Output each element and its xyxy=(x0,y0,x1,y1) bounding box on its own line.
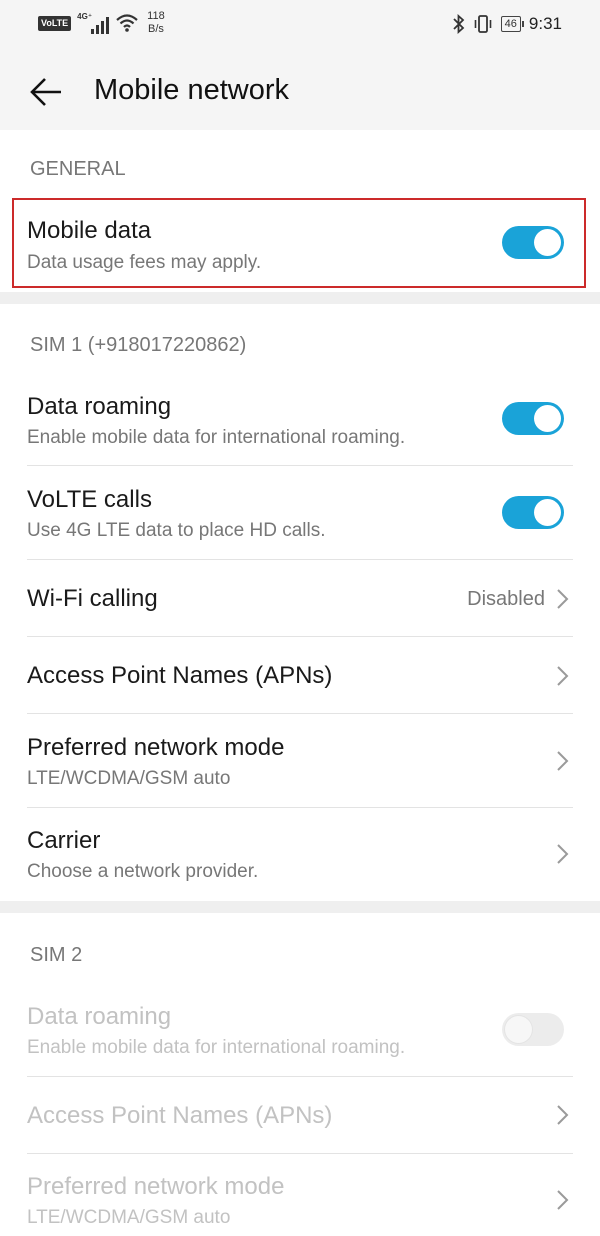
chevron-right-icon xyxy=(557,1105,569,1125)
sim2-data-roaming-subtitle: Enable mobile data for international roa… xyxy=(27,1037,406,1058)
sim1-data-roaming-title: Data roaming xyxy=(27,393,172,420)
wifi-calling-value: Disabled xyxy=(467,588,545,610)
sim2-apns-row[interactable]: Access Point Names (APNs) xyxy=(0,1077,600,1153)
carrier-row[interactable]: Carrier Choose a network provider. xyxy=(0,808,600,901)
page-title: Mobile network xyxy=(94,74,290,106)
wifi-calling-row[interactable]: Wi-Fi calling Disabled xyxy=(0,560,600,636)
sim1-apns-row[interactable]: Access Point Names (APNs) xyxy=(0,637,600,713)
volte-calls-title: VoLTE calls xyxy=(27,486,152,513)
highlight-box xyxy=(12,198,586,288)
network-speed-value: 118 xyxy=(147,10,165,22)
volte-calls-row[interactable]: VoLTE calls Use 4G LTE data to place HD … xyxy=(0,466,600,559)
chevron-right-icon xyxy=(557,844,569,864)
section-header-sim2: SIM 2 xyxy=(30,944,83,966)
section-divider xyxy=(0,901,600,913)
volte-calls-toggle[interactable] xyxy=(502,496,564,529)
carrier-title: Carrier xyxy=(27,827,101,854)
cellular-signal-icon: 4G⁺ xyxy=(77,12,110,34)
toggle-knob xyxy=(505,1016,532,1043)
back-arrow-icon[interactable] xyxy=(28,74,64,110)
status-bar: VoLTE 4G⁺ 118 B/s 46 9:31 xyxy=(0,0,600,52)
network-speed: 118 B/s xyxy=(147,10,165,36)
status-left: VoLTE 4G⁺ 118 B/s xyxy=(38,10,165,36)
volte-badge: VoLTE xyxy=(38,15,72,31)
section-header-sim1: SIM 1 (+918017220862) xyxy=(30,334,247,356)
status-clock: 9:31 xyxy=(528,14,562,33)
toggle-knob xyxy=(534,405,561,432)
section-header-general: GENERAL xyxy=(30,158,126,180)
network-type-label: 4G⁺ xyxy=(77,12,93,21)
sim1-preferred-mode-title: Preferred network mode xyxy=(27,734,285,761)
chevron-right-icon xyxy=(557,666,569,686)
sim2-apns-title: Access Point Names (APNs) xyxy=(27,1102,333,1129)
toggle-knob xyxy=(534,499,561,526)
sim2-preferred-mode-subtitle: LTE/WCDMA/GSM auto xyxy=(27,1207,231,1228)
wifi-calling-title: Wi-Fi calling xyxy=(27,585,158,612)
sim2-data-roaming-title: Data roaming xyxy=(27,1003,172,1030)
volte-calls-subtitle: Use 4G LTE data to place HD calls. xyxy=(27,520,326,541)
app-bar: Mobile network xyxy=(0,52,600,130)
chevron-right-icon xyxy=(557,1190,569,1210)
vibrate-icon xyxy=(474,15,491,33)
sim2-preferred-mode-row[interactable]: Preferred network mode LTE/WCDMA/GSM aut… xyxy=(0,1154,600,1236)
bluetooth-icon xyxy=(453,14,464,34)
sim2-preferred-mode-title: Preferred network mode xyxy=(27,1173,285,1200)
network-speed-unit: B/s xyxy=(147,23,164,35)
sim2-data-roaming-row[interactable]: Data roaming Enable mobile data for inte… xyxy=(0,983,600,1076)
sim1-data-roaming-toggle[interactable] xyxy=(502,402,564,435)
wifi-icon xyxy=(116,14,138,32)
carrier-subtitle: Choose a network provider. xyxy=(27,861,259,882)
chevron-right-icon xyxy=(557,589,569,609)
status-right: 46 9:31 xyxy=(453,14,562,34)
sim1-data-roaming-row[interactable]: Data roaming Enable mobile data for inte… xyxy=(0,372,600,465)
section-divider xyxy=(0,292,600,304)
chevron-right-icon xyxy=(557,751,569,771)
sim1-preferred-mode-row[interactable]: Preferred network mode LTE/WCDMA/GSM aut… xyxy=(0,714,600,807)
sim2-data-roaming-toggle[interactable] xyxy=(502,1013,564,1046)
battery-indicator: 46 xyxy=(500,16,525,32)
sim1-apns-title: Access Point Names (APNs) xyxy=(27,662,333,689)
sim1-preferred-mode-subtitle: LTE/WCDMA/GSM auto xyxy=(27,768,231,789)
sim1-data-roaming-subtitle: Enable mobile data for international roa… xyxy=(27,427,406,448)
